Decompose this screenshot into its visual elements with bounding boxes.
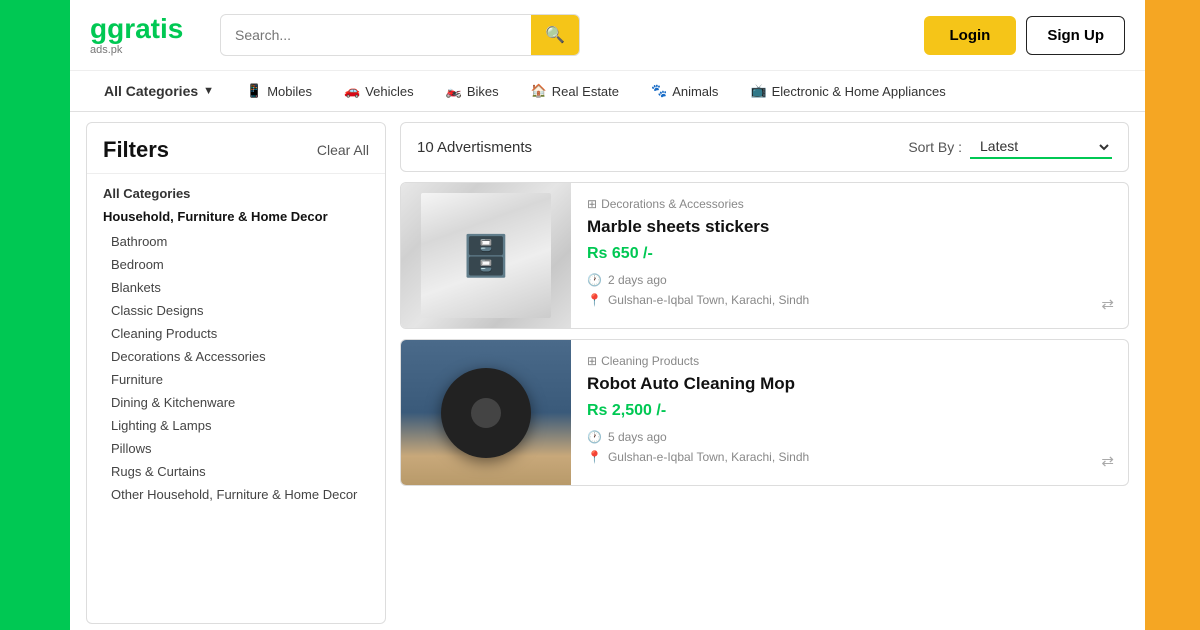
ad-image-2 [401,340,571,485]
share-icon-2: ⇄ [1101,453,1114,470]
share-button-2[interactable]: ⇄ [1101,452,1114,471]
vehicles-icon: 🚗 [344,83,360,99]
content-area: Filters Clear All All Categories Househo… [70,112,1145,630]
nav-item-mobiles[interactable]: 📱 Mobiles [232,71,326,111]
ad-location-2: 📍 Gulshan-e-Iqbal Town, Karachi, Sindh [587,450,1112,464]
nav-item-vehicles[interactable]: 🚗 Vehicles [330,71,428,111]
search-button[interactable]: 🔍 [531,15,579,55]
marble-image [401,183,571,328]
robot-image [401,340,571,485]
share-button-1[interactable]: ⇄ [1101,295,1114,314]
all-categories-nav[interactable]: All Categories ▼ [90,71,228,111]
ad-price-1: Rs 650 /- [587,245,1112,263]
search-icon: 🔍 [545,27,565,44]
ad-meta-1: 🕐 2 days ago [587,273,1112,287]
all-categories-label: All Categories [104,83,198,99]
location-icon-2: 📍 [587,450,602,464]
signup-button[interactable]: Sign Up [1026,16,1125,55]
subcategory-rugs[interactable]: Rugs & Curtains [103,460,369,483]
header-actions: Login Sign Up [924,16,1126,55]
ad-info-2: ⊞ Cleaning Products Robot Auto Cleaning … [571,340,1128,485]
ad-meta-2: 🕐 5 days ago [587,430,1112,444]
subcategory-classic-designs[interactable]: Classic Designs [103,299,369,322]
clear-all-button[interactable]: Clear All [317,142,369,158]
subcategory-dining[interactable]: Dining & Kitchenware [103,391,369,414]
main-wrapper: ggratis ads.pk 🔍 Login Sign Up All Categ… [70,0,1145,630]
header: ggratis ads.pk 🔍 Login Sign Up [70,0,1145,71]
animals-icon: 🐾 [651,83,667,99]
subcategory-lighting[interactable]: Lighting & Lamps [103,414,369,437]
ad-category-2: ⊞ Cleaning Products [587,354,1112,368]
chevron-down-icon: ▼ [203,85,214,97]
right-accent [1145,0,1200,630]
share-icon-1: ⇄ [1101,296,1114,313]
ad-card-1[interactable]: ⊞ Decorations & Accessories Marble sheet… [400,182,1129,329]
location-icon-1: 📍 [587,293,602,307]
clock-icon-1: 🕐 [587,273,602,287]
all-categories-filter-label: All Categories [103,186,369,201]
realestate-icon: 🏠 [531,83,547,99]
nav-item-electronics[interactable]: 📺 Electronic & Home Appliances [736,71,959,111]
category-icon-2: ⊞ [587,354,597,368]
subcategory-pillows[interactable]: Pillows [103,437,369,460]
subcategory-cleaning-products[interactable]: Cleaning Products [103,322,369,345]
subcategory-decorations[interactable]: Decorations & Accessories [103,345,369,368]
subcategory-list: Bathroom Bedroom Blankets Classic Design… [103,230,369,506]
ad-price-2: Rs 2,500 /- [587,402,1112,420]
navbar: All Categories ▼ 📱 Mobiles 🚗 Vehicles 🏍️… [70,71,1145,112]
ads-count: 10 Advertisments [417,139,532,156]
search-bar: 🔍 [220,14,580,56]
filters-panel: Filters Clear All All Categories Househo… [86,122,386,624]
listings-panel: 10 Advertisments Sort By : Latest Oldest… [400,122,1129,624]
ad-category-1: ⊞ Decorations & Accessories [587,197,1112,211]
subcategory-blankets[interactable]: Blankets [103,276,369,299]
nav-item-animals[interactable]: 🐾 Animals [637,71,732,111]
login-button[interactable]: Login [924,16,1017,55]
logo-text: ggratis [90,15,183,43]
ad-image-1 [401,183,571,328]
mobiles-icon: 📱 [246,83,262,99]
filters-header: Filters Clear All [87,123,385,174]
subcategory-bathroom[interactable]: Bathroom [103,230,369,253]
clock-icon-2: 🕐 [587,430,602,444]
logo: ggratis ads.pk [90,15,200,56]
nav-item-bikes[interactable]: 🏍️ Bikes [432,71,513,111]
ad-location-1: 📍 Gulshan-e-Iqbal Town, Karachi, Sindh [587,293,1112,307]
subcategory-bedroom[interactable]: Bedroom [103,253,369,276]
ad-card-2[interactable]: ⊞ Cleaning Products Robot Auto Cleaning … [400,339,1129,486]
sort-label: Sort By : [908,139,962,155]
ad-info-1: ⊞ Decorations & Accessories Marble sheet… [571,183,1128,328]
nav-item-realestate[interactable]: 🏠 Real Estate [517,71,633,111]
subcategory-furniture[interactable]: Furniture [103,368,369,391]
filters-title: Filters [103,137,169,163]
logo-sub: ads.pk [90,44,122,56]
electronics-icon: 📺 [750,83,766,99]
left-accent [0,0,70,630]
ad-title-2: Robot Auto Cleaning Mop [587,374,1112,394]
search-input[interactable] [221,17,531,53]
sort-area: Sort By : Latest Oldest Price Low to Hig… [908,135,1112,159]
category-icon-1: ⊞ [587,197,597,211]
main-category-label: Household, Furniture & Home Decor [103,209,369,224]
filter-section-categories: All Categories Household, Furniture & Ho… [87,174,385,518]
ad-title-1: Marble sheets stickers [587,217,1112,237]
listings-header: 10 Advertisments Sort By : Latest Oldest… [400,122,1129,172]
sort-select[interactable]: Latest Oldest Price Low to High Price Hi… [970,135,1112,159]
bikes-icon: 🏍️ [446,83,462,99]
robot-circle [441,368,531,458]
subcategory-other[interactable]: Other Household, Furniture & Home Decor [103,483,369,506]
